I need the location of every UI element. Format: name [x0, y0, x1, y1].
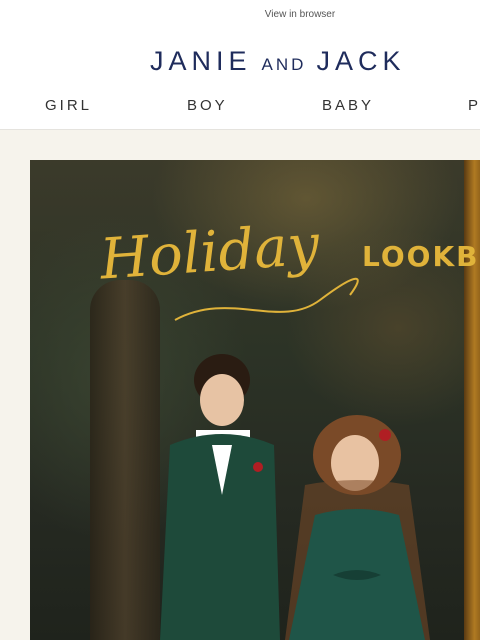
girl-figure: [285, 415, 430, 640]
brand-name-jack: JACK: [316, 46, 406, 76]
nav-item-partial[interactable]: PA: [468, 97, 480, 114]
flourish-ornament: [174, 277, 359, 321]
brand-name-janie: JANIE: [150, 46, 252, 76]
nav-item-baby[interactable]: BABY: [322, 97, 374, 114]
hero-banner[interactable]: Holiday LOOKBOO: [30, 160, 480, 640]
main-nav: GIRL BOY BABY PA: [0, 97, 480, 115]
gold-curtain: [464, 160, 480, 640]
nav-item-girl[interactable]: GIRL: [45, 97, 92, 114]
nav-item-boy[interactable]: BOY: [187, 97, 228, 114]
hero-title: LOOKBOO: [362, 240, 480, 273]
brand-name-and: AND: [261, 55, 307, 74]
boy-figure: [160, 354, 280, 640]
view-in-browser-link[interactable]: View in browser: [0, 9, 480, 20]
brand-logo[interactable]: JANIE AND JACK: [150, 46, 405, 77]
